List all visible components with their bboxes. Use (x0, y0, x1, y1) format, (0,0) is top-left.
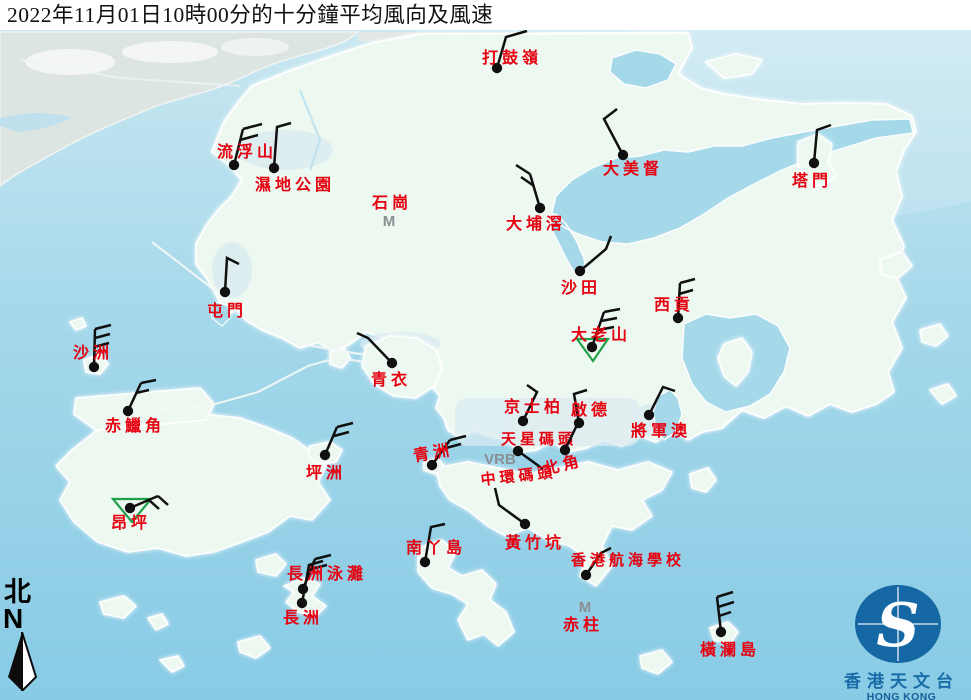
station-dot (716, 627, 726, 637)
station-label: 赤鱲角 (105, 416, 165, 435)
station-label: 屯門 (207, 301, 247, 320)
station-label: 啟德 (571, 400, 611, 419)
station-dot (320, 450, 330, 460)
station-dot (618, 150, 628, 160)
station-dot (297, 598, 307, 608)
hong-kong-map: 打鼓嶺流浮山濕地公園M石崗大美督塔門大埔滘沙田屯門西貢沙洲大老山青衣赤鱲角京士柏… (0, 0, 971, 700)
svg-text:S: S (876, 591, 919, 661)
station-label: 京士柏 (504, 397, 564, 416)
station-dot (535, 203, 545, 213)
station-label: 沙洲 (73, 344, 113, 362)
station-label: 坪洲 (306, 464, 346, 482)
station-dot (581, 570, 591, 580)
station-dot (387, 358, 397, 368)
station-dot (125, 503, 135, 513)
station-dot (520, 519, 530, 529)
station-dot (220, 287, 230, 297)
station-label: 打鼓嶺 (482, 48, 542, 67)
station-label: 昂坪 (111, 514, 151, 532)
station-label: 大埔滘 (506, 214, 566, 233)
station-dot (123, 406, 133, 416)
station-dot (269, 163, 279, 173)
station-label: 石崗 (371, 193, 412, 212)
station-label: 長洲泳灘 (287, 564, 367, 583)
station-dot (809, 158, 819, 168)
station-dot (518, 416, 528, 426)
station-label: 沙田 (561, 279, 601, 297)
station-label: 大美督 (603, 159, 663, 178)
station-dot (89, 362, 99, 372)
station-dot (420, 557, 430, 567)
station-label: 塔門 (792, 171, 832, 190)
compass-needle-icon (5, 632, 41, 691)
aux-marker: M (579, 599, 592, 616)
aux-marker: VRB (484, 451, 516, 468)
map-title: 2022年11月01日10時00分的十分鐘平均風向及風速 (0, 3, 493, 27)
station-label: 青衣 (371, 370, 411, 389)
station-dot (560, 445, 570, 455)
compass-label-zh: 北 (2, 579, 46, 606)
hko-logo-icon: S (832, 582, 971, 666)
compass-north: 北 N (2, 579, 46, 691)
station-dot (575, 266, 585, 276)
title-bar: 2022年11月01日10時00分的十分鐘平均風向及風速 (0, 0, 971, 30)
station-label: 大老山 (571, 325, 631, 344)
compass-label-n: N (2, 606, 46, 632)
hko-logo: S 香港天文台 HONG KONG OBSERVATORY (832, 582, 971, 700)
station-label: 將軍澳 (631, 421, 691, 440)
hko-wind-map-screen: 打鼓嶺流浮山濕地公園M石崗大美督塔門大埔滘沙田屯門西貢沙洲大老山青衣赤鱲角京士柏… (0, 0, 971, 700)
station-dot (644, 410, 654, 420)
hko-logo-name-en: HONG KONG OBSERVATORY (832, 691, 971, 700)
station-dot (229, 160, 239, 170)
station-label: 長洲 (283, 609, 323, 627)
station-label: 黃竹坑 (504, 533, 565, 552)
hko-logo-name-zh: 香港天文台 (832, 672, 971, 691)
station-label: 西貢 (654, 296, 694, 314)
station-label: 濕地公園 (255, 175, 335, 194)
station-label: 香港航海學校 (571, 551, 685, 569)
station-label: 流浮山 (217, 142, 277, 161)
aux-marker: M (383, 213, 396, 230)
station-label: 南丫島 (406, 538, 466, 557)
station-label: 赤柱 (563, 615, 603, 634)
station-label: 橫瀾島 (700, 640, 760, 659)
station-dot (673, 313, 683, 323)
